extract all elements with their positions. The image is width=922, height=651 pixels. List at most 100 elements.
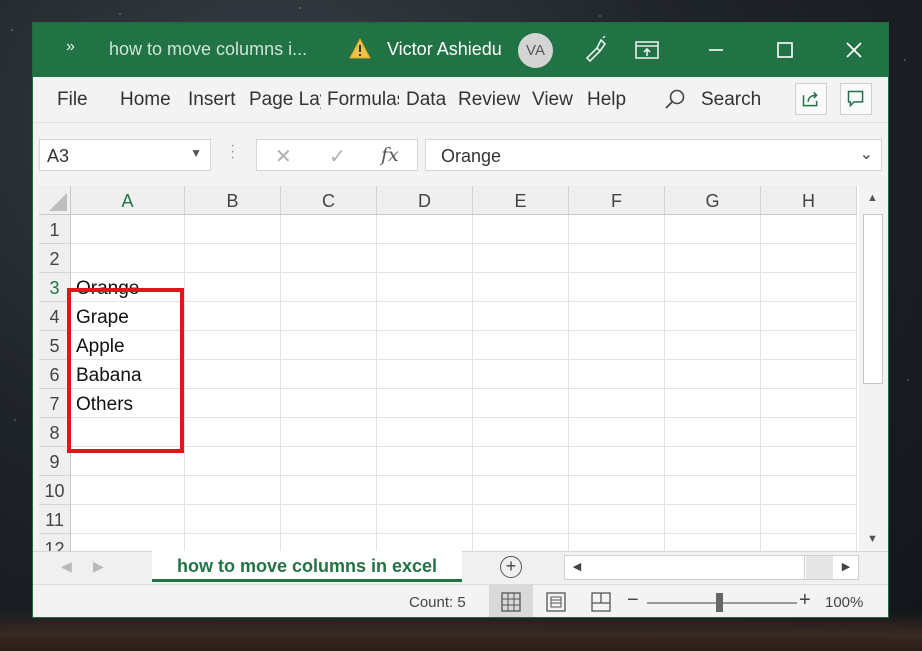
scroll-right-icon[interactable]: ▶ xyxy=(834,556,858,579)
vertical-scroll-thumb[interactable] xyxy=(863,214,883,384)
cell[interactable] xyxy=(761,505,857,534)
column-header[interactable]: D xyxy=(377,186,473,215)
cell[interactable] xyxy=(665,244,761,273)
cell[interactable] xyxy=(377,360,473,389)
cell[interactable] xyxy=(761,418,857,447)
cell[interactable] xyxy=(473,360,569,389)
horizontal-scrollbar[interactable]: ◀ ▶ xyxy=(564,555,859,580)
scroll-up-icon[interactable]: ▲ xyxy=(859,186,886,210)
search-label[interactable]: Search xyxy=(701,89,761,111)
cell[interactable] xyxy=(377,418,473,447)
cell[interactable] xyxy=(569,534,665,551)
cell[interactable] xyxy=(377,447,473,476)
minimize-icon[interactable] xyxy=(701,35,731,65)
scroll-left-icon[interactable]: ◀ xyxy=(565,556,589,579)
cell[interactable] xyxy=(473,215,569,244)
cell[interactable] xyxy=(473,302,569,331)
cell[interactable] xyxy=(569,331,665,360)
cell[interactable] xyxy=(185,389,281,418)
cell[interactable] xyxy=(185,302,281,331)
cell[interactable] xyxy=(665,331,761,360)
column-header[interactable]: A xyxy=(71,186,185,215)
vertical-scrollbar[interactable]: ▲ ▼ xyxy=(859,186,886,551)
cell[interactable] xyxy=(473,476,569,505)
cell[interactable] xyxy=(281,273,377,302)
cell[interactable] xyxy=(761,476,857,505)
cell[interactable] xyxy=(569,418,665,447)
column-header[interactable]: E xyxy=(473,186,569,215)
column-header[interactable]: F xyxy=(569,186,665,215)
user-name[interactable]: Victor Ashiedu xyxy=(387,39,502,60)
close-icon[interactable] xyxy=(839,35,869,65)
cell[interactable] xyxy=(281,534,377,551)
cell[interactable] xyxy=(377,476,473,505)
cell[interactable] xyxy=(473,418,569,447)
cell[interactable] xyxy=(281,331,377,360)
cell[interactable] xyxy=(473,534,569,551)
cell[interactable] xyxy=(665,273,761,302)
cell[interactable] xyxy=(569,476,665,505)
cell[interactable] xyxy=(377,331,473,360)
column-header[interactable]: G xyxy=(665,186,761,215)
cell[interactable] xyxy=(761,273,857,302)
cell[interactable] xyxy=(185,447,281,476)
cell[interactable] xyxy=(473,505,569,534)
scroll-down-icon[interactable]: ▼ xyxy=(859,527,886,551)
cell[interactable] xyxy=(569,273,665,302)
cell[interactable] xyxy=(185,534,281,551)
column-header[interactable]: H xyxy=(761,186,857,215)
column-header[interactable]: B xyxy=(185,186,281,215)
row-header[interactable]: 12 xyxy=(39,534,71,551)
cell[interactable] xyxy=(473,244,569,273)
warning-icon[interactable] xyxy=(349,38,371,60)
enter-check-icon[interactable]: ✓ xyxy=(329,144,346,169)
cell[interactable] xyxy=(665,476,761,505)
page-layout-view-button[interactable] xyxy=(534,585,578,617)
cell[interactable] xyxy=(281,244,377,273)
cancel-icon[interactable]: ✕ xyxy=(275,144,292,169)
tab-formulas[interactable]: Formulas xyxy=(327,89,399,111)
cell[interactable] xyxy=(377,389,473,418)
cell[interactable] xyxy=(71,244,185,273)
search-icon[interactable] xyxy=(664,88,686,110)
cell[interactable] xyxy=(71,505,185,534)
cell[interactable] xyxy=(569,505,665,534)
ribbon-display-options-icon[interactable] xyxy=(633,36,661,64)
cell[interactable] xyxy=(473,273,569,302)
cell[interactable] xyxy=(665,215,761,244)
cell[interactable] xyxy=(185,476,281,505)
maximize-icon[interactable] xyxy=(770,35,800,65)
share-button[interactable] xyxy=(795,83,827,115)
expand-chevron-icon[interactable]: » xyxy=(66,38,75,56)
chevron-down-icon[interactable]: ▼ xyxy=(190,146,202,160)
cell[interactable] xyxy=(473,447,569,476)
cell[interactable] xyxy=(377,244,473,273)
tab-insert[interactable]: Insert xyxy=(188,89,236,111)
cell[interactable] xyxy=(761,360,857,389)
cell[interactable] xyxy=(761,215,857,244)
row-header[interactable]: 1 xyxy=(39,215,71,244)
tab-data[interactable]: Data xyxy=(406,89,446,111)
name-box[interactable]: A3 ▼ xyxy=(39,139,211,171)
row-header[interactable]: 11 xyxy=(39,505,71,534)
page-break-view-button[interactable] xyxy=(579,585,623,617)
cell[interactable] xyxy=(569,360,665,389)
tab-help[interactable]: Help xyxy=(587,89,626,111)
cell[interactable] xyxy=(377,505,473,534)
zoom-slider-thumb[interactable] xyxy=(716,593,723,612)
comments-button[interactable] xyxy=(840,83,872,115)
cell[interactable] xyxy=(665,389,761,418)
grip-dots-icon[interactable]: · · · xyxy=(230,138,235,166)
avatar[interactable]: VA xyxy=(518,33,553,68)
cell[interactable] xyxy=(761,302,857,331)
cell[interactable] xyxy=(281,418,377,447)
normal-view-button[interactable] xyxy=(489,585,533,617)
cell[interactable] xyxy=(665,534,761,551)
insert-function-button[interactable]: fx xyxy=(381,144,399,166)
cell[interactable] xyxy=(377,534,473,551)
cell[interactable] xyxy=(281,215,377,244)
cell[interactable] xyxy=(281,389,377,418)
tab-page-layout[interactable]: Page Layout xyxy=(249,89,321,111)
horizontal-scroll-track[interactable] xyxy=(806,556,833,579)
tab-file[interactable]: File xyxy=(57,89,88,111)
